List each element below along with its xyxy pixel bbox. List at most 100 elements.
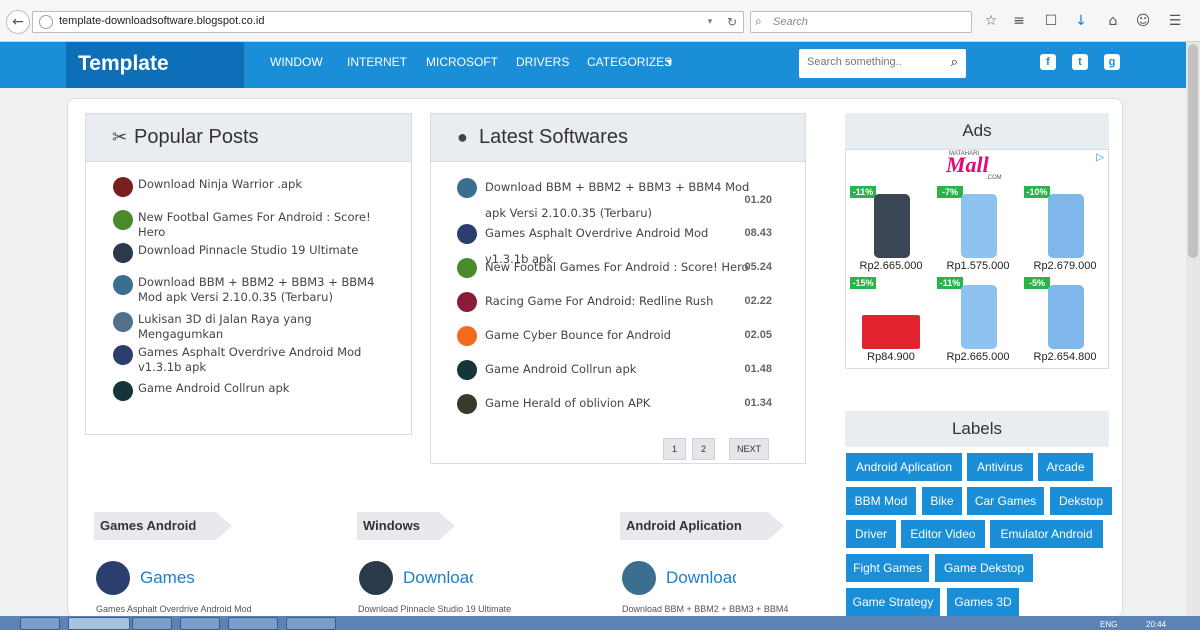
- ad-product[interactable]: -11% Rp2.665.000: [848, 186, 934, 276]
- task-button[interactable]: [132, 617, 172, 630]
- reload-icon[interactable]: ↻: [723, 13, 741, 31]
- menu-categorizes[interactable]: CATEGORIZES: [587, 55, 672, 69]
- label-tag[interactable]: Bike: [922, 487, 962, 515]
- popular-post-title[interactable]: Games Asphalt Overdrive Android Mod v1.3…: [138, 345, 398, 375]
- category-post-link[interactable]: Download: [666, 568, 736, 588]
- latest-software-item[interactable]: Download BBM + BBM2 + BBM3 + BBM4 Mod ap…: [457, 174, 797, 220]
- phone-image: [961, 194, 997, 258]
- pocket-icon[interactable]: ☐: [1042, 12, 1060, 30]
- popular-post-title[interactable]: Game Android Collrun apk: [138, 381, 398, 396]
- phone-image: [1048, 194, 1084, 258]
- menu-window[interactable]: WINDOW: [270, 55, 323, 69]
- back-button[interactable]: ←: [6, 10, 30, 34]
- category-arrow: [439, 512, 455, 540]
- label-tag[interactable]: Android Aplication: [846, 453, 962, 481]
- latest-software-title[interactable]: New Footbal Games For Android : Score! H…: [485, 254, 755, 280]
- twitter-icon[interactable]: t: [1072, 54, 1088, 70]
- latest-software-title[interactable]: Game Cyber Bounce for Android: [485, 322, 755, 348]
- popular-post-title[interactable]: Download Ninja Warrior .apk: [138, 177, 398, 192]
- label-tag[interactable]: Fight Games: [846, 554, 929, 582]
- popular-post-title[interactable]: New Footbal Games For Android : Score! H…: [138, 210, 398, 240]
- bookmark-star-icon[interactable]: ☆: [982, 12, 1000, 30]
- labels-header: Labels: [845, 411, 1109, 447]
- label-tag[interactable]: Car Games: [967, 487, 1044, 515]
- latest-software-title[interactable]: Racing Game For Android: Redline Rush: [485, 288, 755, 314]
- chat-icon[interactable]: ☺: [1134, 12, 1152, 30]
- ad-brand-logo[interactable]: Mall: [946, 152, 989, 178]
- clock[interactable]: 20:44: [1146, 620, 1166, 629]
- apple-icon: ●: [457, 127, 468, 147]
- label-tag[interactable]: Emulator Android: [990, 520, 1103, 548]
- category-thumbnail[interactable]: [359, 561, 393, 595]
- language-indicator[interactable]: ENG: [1100, 620, 1117, 629]
- latest-software-title[interactable]: Download BBM + BBM2 + BBM3 + BBM4 Mod ap…: [485, 174, 755, 226]
- category-post-link[interactable]: Games: [140, 568, 214, 588]
- category-label[interactable]: Games Android: [94, 512, 216, 540]
- caret-down-icon[interactable]: ▼: [665, 57, 674, 67]
- facebook-icon[interactable]: f: [1040, 54, 1056, 70]
- site-search-input[interactable]: [807, 56, 937, 68]
- ad-product[interactable]: -5% Rp2.654.800: [1022, 277, 1108, 367]
- category-label[interactable]: Windows: [357, 512, 439, 540]
- task-button[interactable]: [228, 617, 278, 630]
- latest-software-time: 08.43: [744, 227, 772, 239]
- popular-post-title[interactable]: Lukisan 3D di Jalan Raya yang Mengagumka…: [138, 312, 398, 342]
- site-brand[interactable]: Template: [66, 42, 244, 88]
- discount-badge: -10%: [1024, 186, 1050, 198]
- label-tag[interactable]: Game Strategy: [846, 588, 940, 616]
- firefox-task-button[interactable]: [68, 617, 130, 630]
- ad-product[interactable]: -11% Rp2.665.000: [935, 277, 1021, 367]
- crop-icon: ✂: [112, 127, 128, 147]
- reading-list-icon[interactable]: ≡: [1010, 12, 1028, 30]
- google-plus-icon[interactable]: g: [1104, 54, 1120, 70]
- task-button[interactable]: [180, 617, 220, 630]
- latest-softwares-header: ● Latest Softwares: [431, 114, 805, 162]
- menu-internet[interactable]: INTERNET: [347, 55, 407, 69]
- address-bar[interactable]: template-downloadsoftware.blogspot.co.id…: [32, 11, 744, 33]
- post-thumbnail: [113, 243, 133, 263]
- adchoices-icon[interactable]: ▷: [1096, 152, 1104, 163]
- ad-product[interactable]: -10% Rp2.679.000: [1022, 186, 1108, 276]
- browser-search-bar[interactable]: ⌕ Search: [750, 11, 972, 33]
- label-tag[interactable]: Driver: [846, 520, 896, 548]
- label-tag[interactable]: BBM Mod: [846, 487, 916, 515]
- start-button[interactable]: [20, 617, 60, 630]
- category-thumbnail[interactable]: [622, 561, 656, 595]
- menu-microsoft[interactable]: MICROSOFT: [426, 55, 498, 69]
- url-text[interactable]: template-downloadsoftware.blogspot.co.id: [59, 15, 264, 27]
- task-button[interactable]: [286, 617, 336, 630]
- popular-post-title[interactable]: Download BBM + BBM2 + BBM3 + BBM4 Mod ap…: [138, 275, 398, 305]
- download-icon[interactable]: ↓: [1072, 12, 1090, 30]
- next-page-button[interactable]: NEXT: [729, 438, 769, 460]
- ad-product[interactable]: -15% Rp84.900: [848, 277, 934, 367]
- url-dropdown-icon[interactable]: ▾: [703, 13, 717, 31]
- page-1-button[interactable]: 1: [663, 438, 686, 460]
- label-tag[interactable]: Game Dekstop: [935, 554, 1033, 582]
- ad-product[interactable]: -7% Rp1.575.000: [935, 186, 1021, 276]
- category-thumbnail[interactable]: [96, 561, 130, 595]
- label-tag[interactable]: Games 3D: [947, 588, 1019, 616]
- label-tag[interactable]: Arcade: [1038, 453, 1093, 481]
- category-label[interactable]: Android Aplication: [620, 512, 768, 540]
- ad-banner[interactable]: MATAHARI Mall .COM ▷ -11% Rp2.665.000 -7…: [845, 149, 1109, 369]
- post-thumbnail: [113, 275, 133, 295]
- label-tag[interactable]: Editor Video: [901, 520, 985, 548]
- site-search-box[interactable]: ⌕: [799, 49, 966, 78]
- latest-software-title[interactable]: Game Herald of oblivion APK: [485, 390, 755, 416]
- menu-icon[interactable]: ☰: [1166, 12, 1184, 30]
- label-tag[interactable]: Dekstop: [1050, 487, 1112, 515]
- label-tag[interactable]: Antivirus: [967, 453, 1033, 481]
- post-thumbnail: [457, 394, 477, 414]
- scrollbar-thumb[interactable]: [1188, 44, 1198, 258]
- back-arrow-icon: ←: [12, 14, 24, 30]
- search-icon[interactable]: ⌕: [951, 55, 958, 70]
- menu-drivers[interactable]: DRIVERS: [516, 55, 569, 69]
- latest-software-title[interactable]: Game Android Collrun apk: [485, 356, 755, 382]
- category-post-link[interactable]: Download: [403, 568, 473, 588]
- page-2-button[interactable]: 2: [692, 438, 715, 460]
- popular-post-title[interactable]: Download Pinnacle Studio 19 Ultimate: [138, 243, 398, 258]
- home-icon[interactable]: ⌂: [1104, 12, 1122, 30]
- discount-badge: -11%: [850, 186, 876, 198]
- phone-image: [961, 285, 997, 349]
- ads-header: Ads: [845, 113, 1109, 149]
